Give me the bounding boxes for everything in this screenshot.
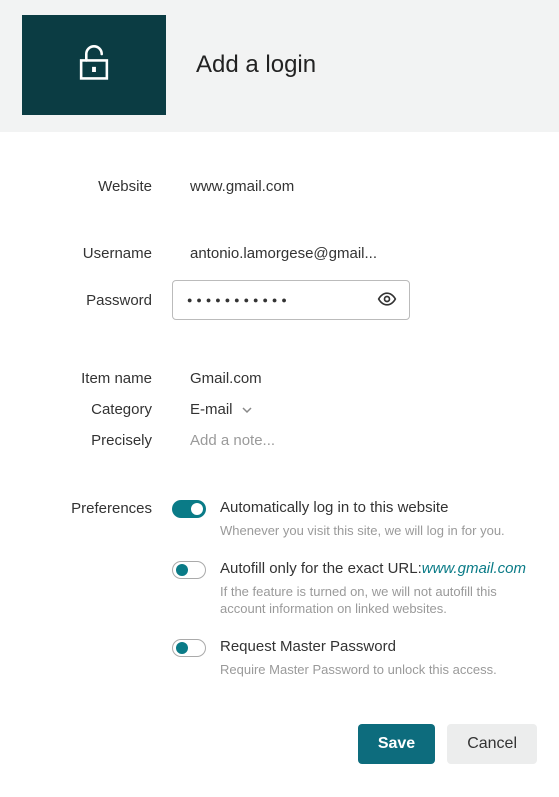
login-icon-tile <box>22 15 166 115</box>
item-name-value[interactable]: Gmail.com <box>172 370 539 387</box>
category-select[interactable]: E-mail <box>190 401 253 418</box>
item-name-label: Item name <box>20 370 172 387</box>
precisely-label: Precisely <box>20 432 172 449</box>
password-input-wrapper <box>172 280 410 320</box>
pref-exact-url-title: Autofill only for the exact URL:www.gmai… <box>220 560 529 577</box>
save-button[interactable]: Save <box>358 724 435 764</box>
password-label: Password <box>20 292 172 309</box>
cancel-button[interactable]: Cancel <box>447 724 537 764</box>
username-label: Username <box>20 245 172 262</box>
username-value[interactable]: antonio.lamorgese@gmail... <box>172 245 539 262</box>
category-label: Category <box>20 401 172 418</box>
eye-icon <box>377 289 397 312</box>
header: Add a login <box>0 0 559 132</box>
form: Website www.gmail.com Username antonio.l… <box>0 132 559 698</box>
toggle-password-visibility-button[interactable] <box>373 285 401 316</box>
pref-master-password: Request Master Password Require Master P… <box>172 638 539 679</box>
button-bar: Save Cancel <box>0 716 559 764</box>
note-input[interactable]: Add a note... <box>172 432 539 449</box>
pref-exact-url-desc: If the feature is turned on, we will not… <box>220 583 529 618</box>
pref-auto-login-title: Automatically log in to this website <box>220 499 529 516</box>
password-field[interactable] <box>187 295 373 305</box>
website-value[interactable]: www.gmail.com <box>172 178 539 195</box>
lock-open-icon <box>78 45 110 86</box>
pref-auto-login-desc: Whenever you visit this site, we will lo… <box>220 522 529 540</box>
chevron-down-icon <box>241 404 253 416</box>
toggle-auto-login[interactable] <box>172 500 206 518</box>
pref-master-password-title: Request Master Password <box>220 638 529 655</box>
website-label: Website <box>20 178 172 195</box>
preferences-label: Preferences <box>20 499 172 517</box>
pref-exact-url: Autofill only for the exact URL:www.gmai… <box>172 560 539 618</box>
page-title: Add a login <box>196 51 316 79</box>
pref-master-password-desc: Require Master Password to unlock this a… <box>220 661 529 679</box>
toggle-exact-url[interactable] <box>172 561 206 579</box>
pref-auto-login: Automatically log in to this website Whe… <box>172 499 539 540</box>
toggle-master-password[interactable] <box>172 639 206 657</box>
category-value: E-mail <box>190 401 233 418</box>
